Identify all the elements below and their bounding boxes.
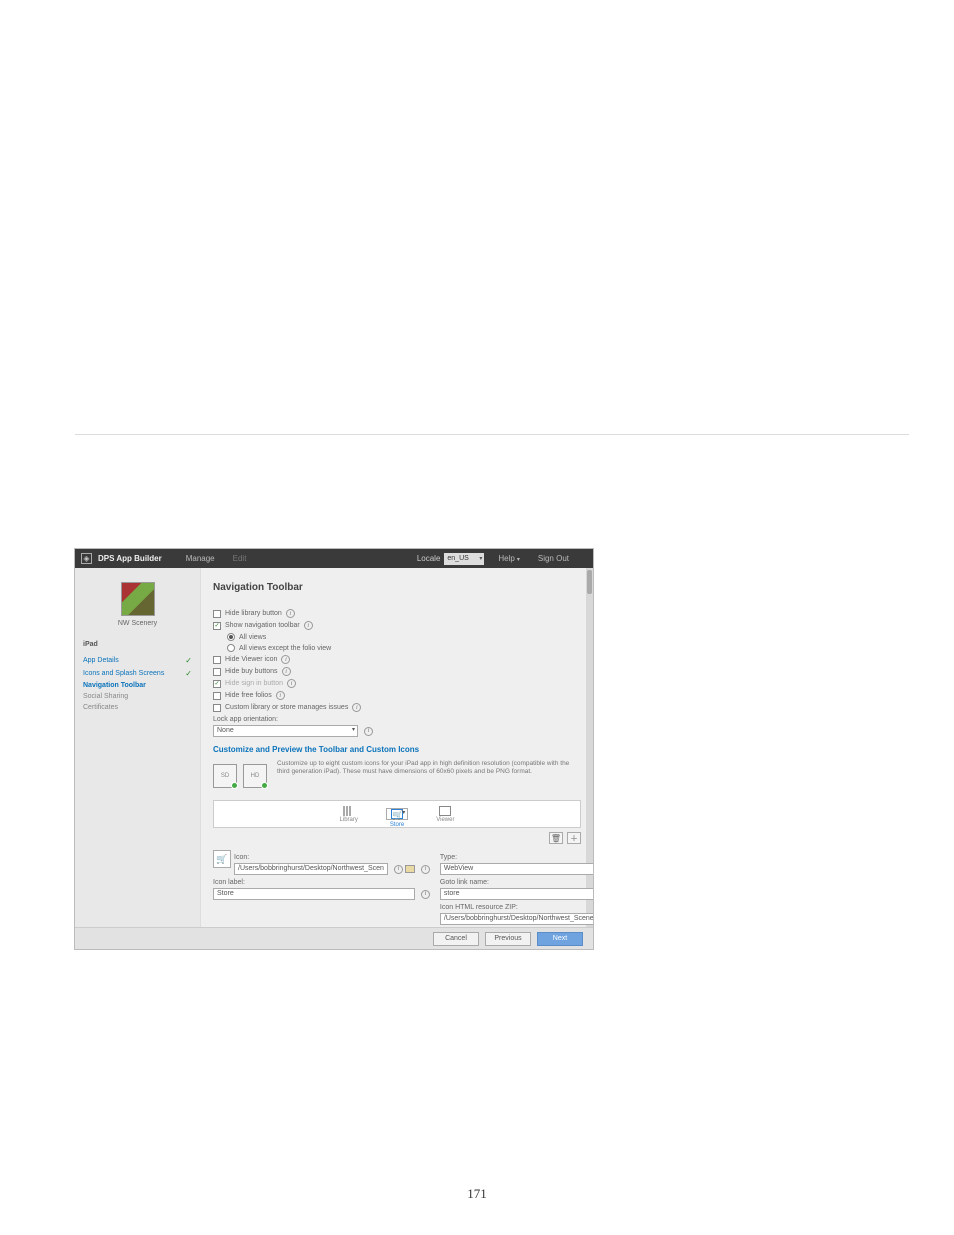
sidebar-item-navigation-toolbar[interactable]: Navigation Toolbar — [83, 682, 192, 689]
check-show-nav-toolbar[interactable]: ✓Show navigation toolbari — [213, 621, 581, 630]
check-icon: ✓ — [185, 656, 192, 665]
lock-orientation-select[interactable]: None — [213, 725, 358, 737]
info-icon[interactable]: i — [286, 609, 295, 618]
sidebar-item-certificates[interactable]: Certificates — [83, 704, 192, 711]
radio-all-views[interactable]: All views — [227, 633, 581, 641]
info-icon[interactable]: i — [364, 727, 373, 736]
icon-column-left: 🛒 Icon: /Users/bobbringhurst/Desktop/Nor… — [213, 850, 430, 927]
panel-heading: Navigation Toolbar — [213, 582, 581, 593]
toolbar-preview: Library Store Viewer — [213, 800, 581, 828]
customize-heading: Customize and Preview the Toolbar and Cu… — [213, 745, 581, 754]
info-icon[interactable]: i — [352, 703, 361, 712]
icon-label-input[interactable]: Store — [213, 888, 415, 900]
info-icon[interactable]: i — [394, 865, 403, 874]
previous-button[interactable]: Previous — [485, 932, 531, 946]
sidebar-item-icons-splash[interactable]: Icons and Splash Screens ✓ — [83, 669, 192, 678]
sidebar-item-social-sharing[interactable]: Social Sharing — [83, 693, 192, 700]
app-thumbnail-label: NW Scenery — [81, 620, 194, 627]
preview-viewer[interactable]: Viewer — [436, 806, 454, 823]
check-hide-library[interactable]: Hide library buttoni — [213, 609, 581, 618]
library-icon — [343, 806, 355, 816]
add-icon-button[interactable]: ＋ — [567, 832, 581, 844]
info-icon[interactable]: i — [421, 865, 430, 874]
cart-icon — [391, 809, 403, 819]
check-hide-viewer-icon[interactable]: Hide Viewer iconi — [213, 655, 581, 664]
resolution-hd[interactable]: HD — [243, 764, 267, 788]
topbar: ◈ DPS App Builder Manage Edit Locale en_… — [75, 549, 593, 568]
check-custom-library-manages[interactable]: Custom library or store manages issuesi — [213, 703, 581, 712]
type-label: Type: — [440, 854, 593, 861]
icon-column-right: Type: WebView i Goto link name: store i … — [440, 850, 593, 927]
menu-signout[interactable]: Sign Out — [538, 554, 569, 563]
goto-input[interactable]: store — [440, 888, 593, 900]
cancel-button[interactable]: Cancel — [433, 932, 479, 946]
check-hide-free-folios[interactable]: Hide free foliosi — [213, 691, 581, 700]
viewer-icon — [439, 806, 451, 816]
page-number: 171 — [0, 1186, 954, 1202]
icon-path-label: Icon: — [234, 854, 430, 861]
app-thumbnail — [121, 582, 155, 616]
folder-icon[interactable] — [405, 865, 415, 873]
info-icon[interactable]: i — [282, 667, 291, 676]
radio-all-views-except-folio[interactable]: All views except the folio view — [227, 644, 581, 652]
app-title: DPS App Builder — [98, 554, 162, 563]
app-logo-icon: ◈ — [81, 553, 92, 564]
goto-label: Goto link name: — [440, 879, 593, 886]
preview-library[interactable]: Library — [340, 806, 358, 823]
resolution-sd[interactable]: SD — [213, 764, 237, 788]
type-select[interactable]: WebView — [440, 863, 593, 875]
icon-path-input[interactable]: /Users/bobbringhurst/Desktop/Northwest_S… — [234, 863, 388, 875]
footer: Cancel Previous Next — [75, 927, 593, 949]
resolution-toggle: SD HD — [213, 764, 267, 788]
preview-store[interactable]: Store — [386, 808, 408, 820]
cart-icon: 🛒 — [213, 850, 231, 868]
info-icon[interactable]: i — [276, 691, 285, 700]
info-icon[interactable]: i — [304, 621, 313, 630]
sidebar-platform-head: iPad — [83, 641, 194, 648]
customize-description: Customize up to eight custom icons for y… — [277, 760, 581, 777]
sidebar: NW Scenery iPad App Details ✓ Icons and … — [75, 568, 200, 927]
locale-label: Locale — [417, 554, 441, 563]
divider — [75, 434, 909, 435]
menu-edit[interactable]: Edit — [233, 554, 247, 563]
info-icon[interactable]: i — [281, 655, 290, 664]
check-icon: ✓ — [185, 669, 192, 678]
check-hide-signin[interactable]: ✓Hide sign in buttoni — [213, 679, 581, 688]
icon-label-label: Icon label: — [213, 879, 430, 886]
menu-manage[interactable]: Manage — [186, 554, 215, 563]
lock-orientation-label: Lock app orientation: — [213, 716, 581, 723]
info-icon[interactable]: i — [421, 890, 430, 899]
info-icon[interactable]: i — [287, 679, 296, 688]
sidebar-item-app-details[interactable]: App Details ✓ — [83, 656, 192, 665]
main-panel: Navigation Toolbar Hide library buttoni … — [200, 568, 593, 927]
locale-select[interactable]: en_US — [444, 553, 484, 565]
body: NW Scenery iPad App Details ✓ Icons and … — [75, 568, 593, 927]
zip-label: Icon HTML resource ZIP: — [440, 904, 593, 911]
menu-help[interactable]: Help▾ — [498, 554, 519, 563]
app-window: ◈ DPS App Builder Manage Edit Locale en_… — [74, 548, 594, 950]
delete-icon-button[interactable]: 🗑 — [549, 832, 563, 844]
check-hide-buy-buttons[interactable]: Hide buy buttonsi — [213, 667, 581, 676]
zip-input[interactable]: /Users/bobbringhurst/Desktop/Northwest_S… — [440, 913, 593, 925]
next-button[interactable]: Next — [537, 932, 583, 946]
